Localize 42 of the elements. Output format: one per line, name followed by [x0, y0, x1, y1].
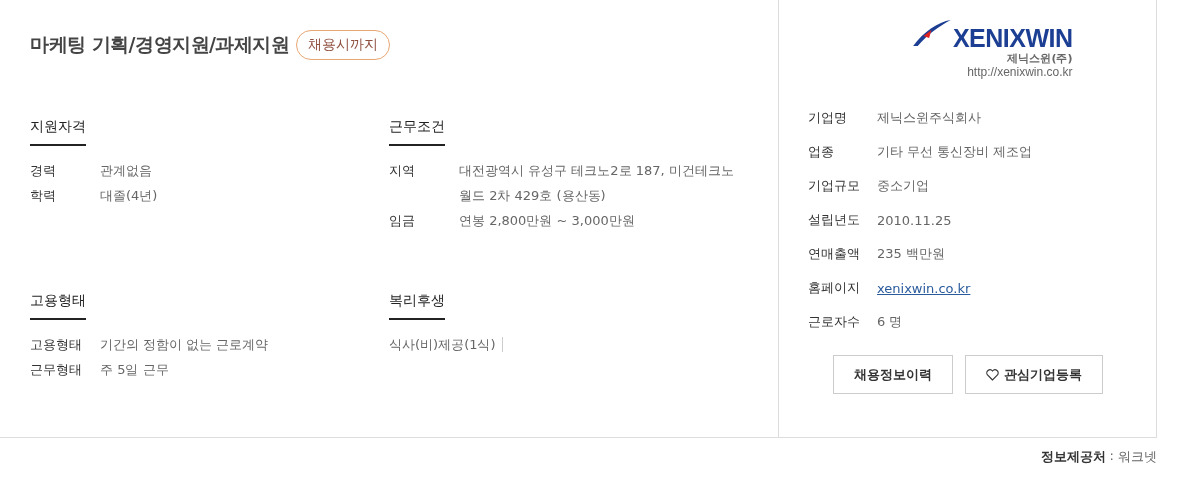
- field-label: 지역: [389, 162, 416, 180]
- field-label: 근무형태: [30, 361, 83, 379]
- field-label: 학력: [30, 187, 57, 205]
- section-heading: 고용형태: [30, 292, 86, 320]
- history-button[interactable]: 채용정보이력: [832, 355, 953, 394]
- company-field-value: 6 명: [877, 313, 903, 331]
- company-field-label: 연매출액: [808, 245, 861, 263]
- field-value: 기간의 정함이 없는 근로계약: [100, 336, 270, 354]
- homepage-link[interactable]: xenixwin.co.kr: [877, 280, 971, 296]
- company-field-value: 2010.11.25: [877, 212, 952, 228]
- company-field-value: 제닉스윈주식회사: [877, 109, 981, 127]
- field-label: 임금: [389, 212, 416, 230]
- benefit-item: 식사(비)제공(1식): [389, 337, 503, 352]
- source-value: 워크넷: [1118, 448, 1157, 466]
- company-field-value: 235 백만원: [877, 245, 945, 263]
- field-value: 연봉 2,800만원 ~ 3,000만원: [459, 212, 636, 230]
- company-field-label: 근로자수: [808, 313, 861, 331]
- company-field-label: 기업명: [808, 109, 848, 127]
- field-value: 주 5일 근무: [100, 361, 170, 379]
- company-field-label: 홈페이지: [808, 279, 861, 297]
- field-value: 대전광역시 유성구 테크노2로 187, 미건테크노월드 2차 429호 (용산동): [459, 162, 735, 205]
- source-label: 정보제공처: [1040, 448, 1106, 466]
- heart-icon: [985, 368, 999, 381]
- section-heading: 복리후생: [389, 292, 445, 320]
- company-field-label: 설립년도: [808, 211, 861, 229]
- company-field-value: 중소기업: [877, 177, 929, 195]
- company-field-value: 기타 무선 통신장비 제조업: [877, 143, 1033, 161]
- swoosh-icon: [911, 18, 952, 48]
- job-title: 마케팅 기획/경영지원/과제지원: [30, 32, 290, 57]
- source-separator: :: [1109, 448, 1114, 465]
- logo-wordmark: XENIXWIN: [952, 24, 1073, 52]
- section-heading: 근무조건: [389, 118, 445, 146]
- section-heading: 지원자격: [30, 118, 86, 146]
- logo-url: http://xenixwin.co.kr: [967, 65, 1073, 79]
- field-label: 경력: [30, 162, 57, 180]
- logo-company-name: 제닉스윈(주): [1007, 52, 1073, 65]
- company-field-label: 업종: [808, 143, 835, 161]
- company-field-label: 기업규모: [808, 177, 861, 195]
- field-value: 대졸(4년): [100, 187, 159, 205]
- favorite-company-button[interactable]: 관심기업등록: [964, 355, 1103, 394]
- field-value: 관계없음: [100, 162, 153, 180]
- field-label: 고용형태: [30, 336, 83, 354]
